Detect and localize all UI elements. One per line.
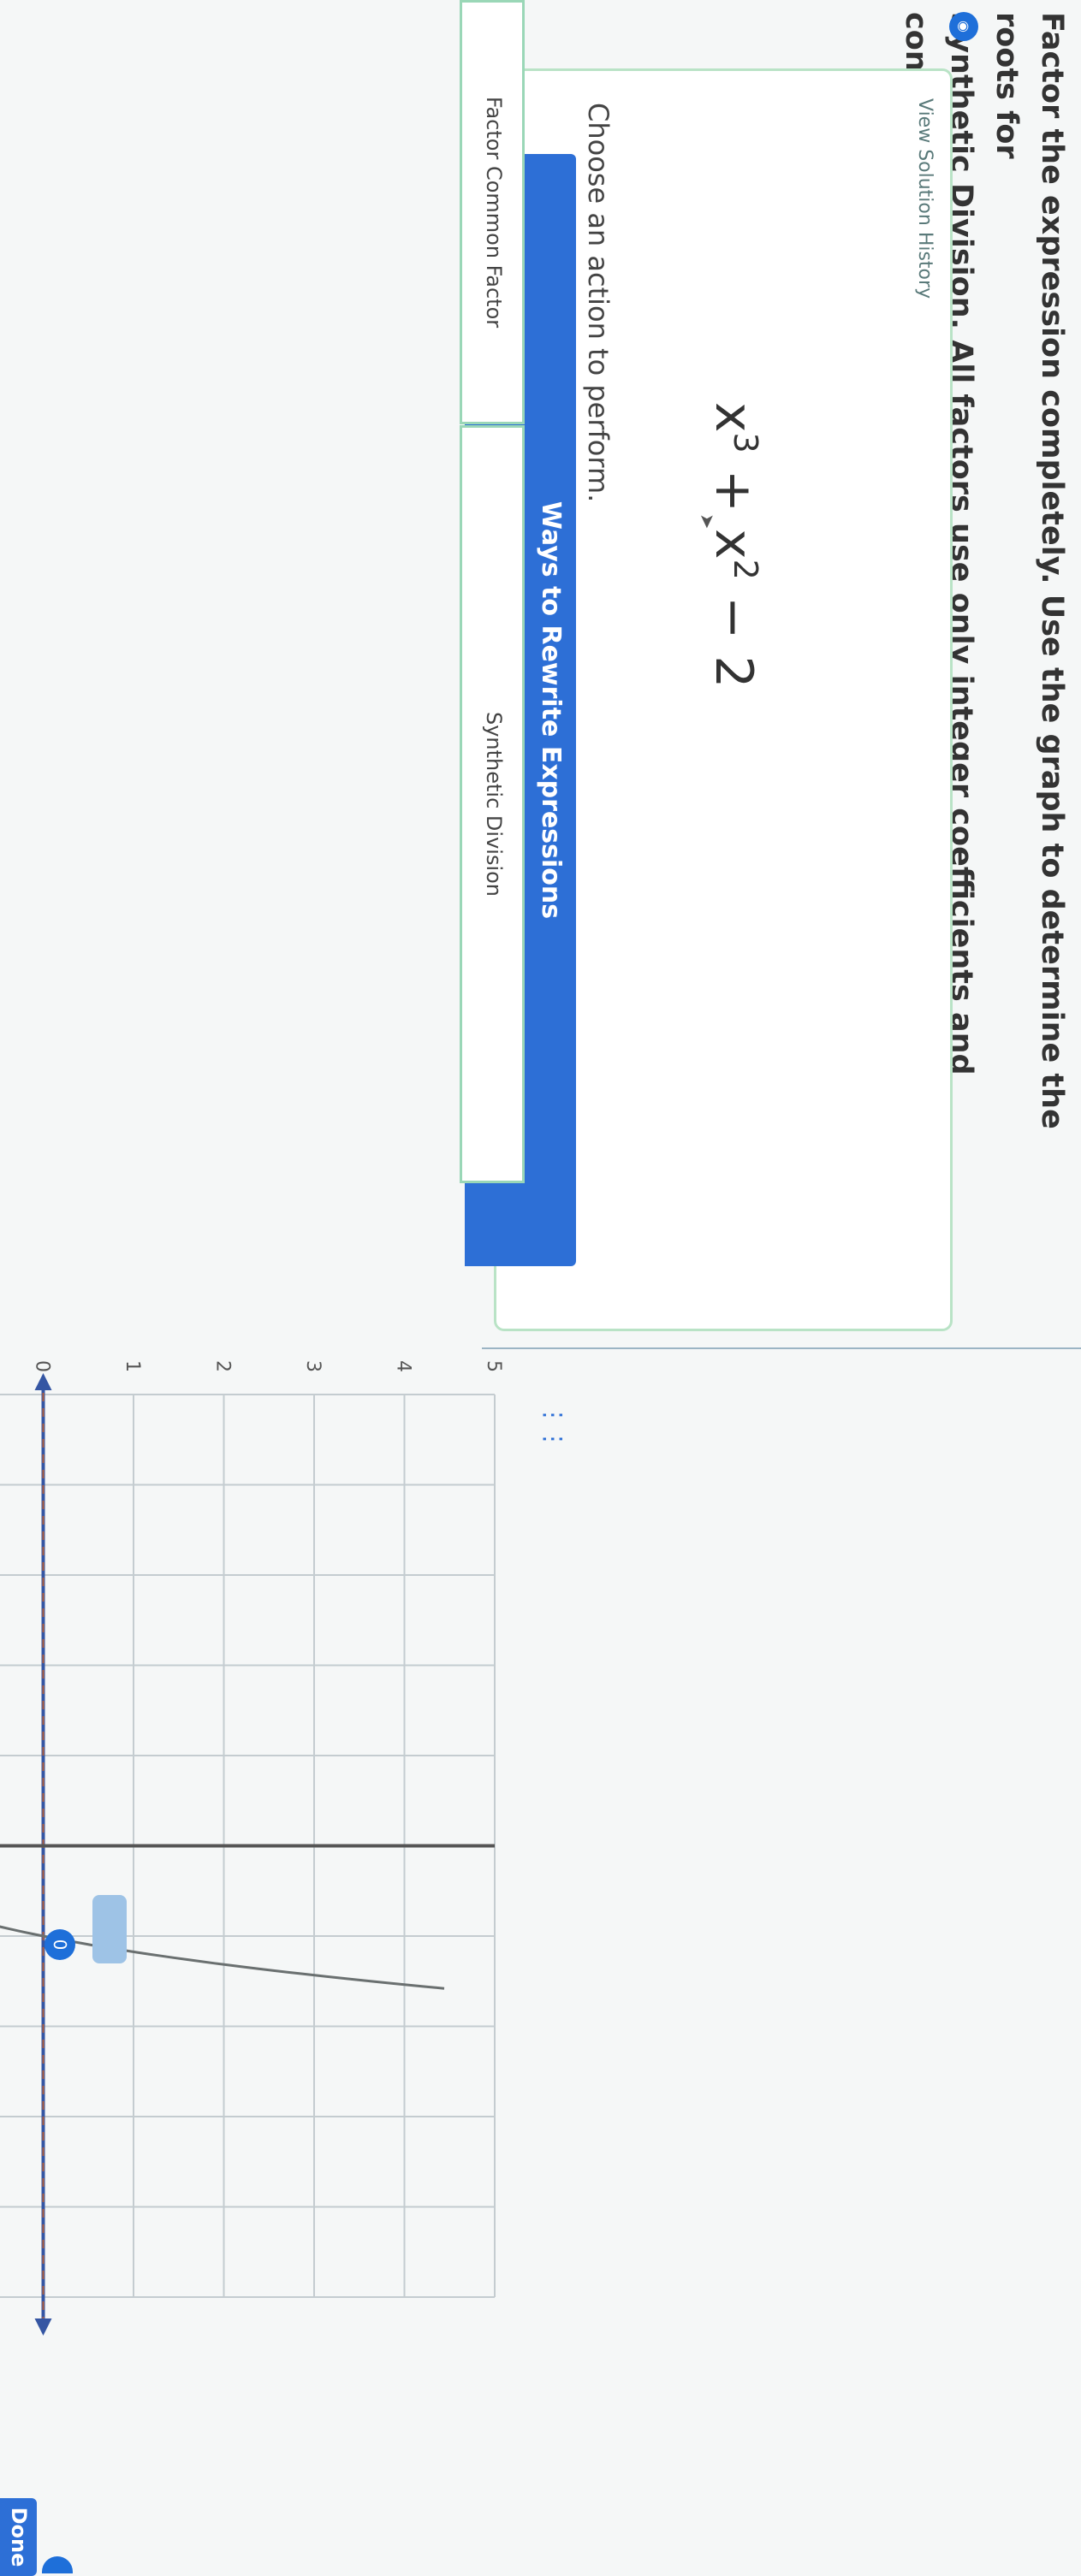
zoom-badge[interactable]: 0 <box>45 1929 75 1960</box>
x-axis-arrow-left-icon <box>34 1373 52 1390</box>
y-tick-label: 1 <box>122 1360 143 1372</box>
y-tick-label: 5 <box>483 1360 504 1372</box>
stage: Factor the expression completely. Use th… <box>0 0 1081 2576</box>
y-tick-label: 3 <box>302 1360 324 1372</box>
y-tick-label: 4 <box>393 1360 414 1372</box>
done-button[interactable]: Done <box>0 2498 37 2576</box>
y-tick-label: 0 <box>32 1360 53 1372</box>
x-axis-arrow-icon <box>34 2318 52 2336</box>
graph[interactable]: -5-4-3-2-1012345543210-1-2-3-4-5 <box>0 0 1081 2576</box>
y-tick-label: 2 <box>212 1360 234 1372</box>
pin-tab[interactable] <box>92 1895 127 1963</box>
